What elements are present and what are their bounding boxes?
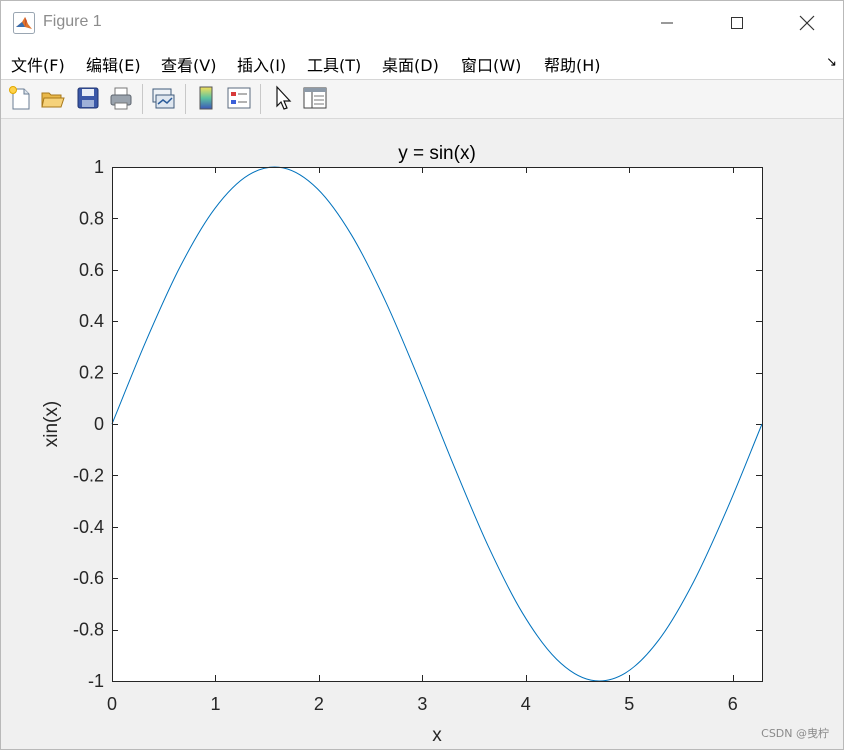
y-tick-label: 0.2 [79, 363, 104, 383]
link-plot-icon[interactable] [149, 84, 177, 112]
menu-view[interactable]: 查看(V) [161, 52, 216, 76]
save-icon[interactable] [74, 84, 102, 112]
toolbar-separator [260, 84, 261, 114]
x-tick-label: 0 [107, 694, 117, 714]
matlab-logo-icon [13, 12, 35, 34]
maximize-button[interactable] [703, 1, 771, 45]
insert-legend-icon[interactable] [225, 84, 253, 112]
menu-insert[interactable]: 插入(I) [237, 52, 286, 76]
y-axis-label: xin(x) [41, 401, 62, 447]
print-icon[interactable] [107, 84, 135, 112]
x-tick-label: 1 [210, 694, 220, 714]
y-tick-label: 0.8 [79, 208, 104, 228]
x-tick-label: 3 [417, 694, 427, 714]
menu-tools[interactable]: 工具(T) [307, 52, 361, 76]
edit-plot-icon[interactable] [269, 84, 297, 112]
y-tick-label: -1 [88, 671, 104, 691]
chart-title: y = sin(x) [398, 143, 476, 164]
figure-window: Figure 1 文件(F) 编辑(E) 查看(V) 插入(I) 工具(T) 桌… [0, 0, 844, 750]
plot-svg: 0 1 2 3 4 5 6-1-0.8-0.6-0.4-0.200.20.40.60.81 … [41, 143, 763, 746]
new-figure-icon[interactable] [6, 84, 34, 112]
x-tick-label: 4 [521, 694, 531, 714]
menu-desktop[interactable]: 桌面(D) [382, 52, 439, 76]
close-icon [799, 15, 815, 31]
menu-bar: 文件(F) 编辑(E) 查看(V) 插入(I) 工具(T) 桌面(D) 窗口(W… [1, 45, 843, 80]
x-tick-label: 2 [314, 694, 324, 714]
minimize-icon [661, 22, 673, 24]
y-tick-label: 0.4 [79, 311, 104, 331]
dock-figure-icon[interactable]: ↘ [826, 55, 837, 70]
y-tick-label: -0.8 [73, 620, 104, 640]
menu-file[interactable]: 文件(F) [11, 52, 65, 76]
x-tick-label: 5 [624, 694, 634, 714]
title-bar[interactable]: Figure 1 [1, 1, 843, 45]
maximize-icon [731, 17, 743, 29]
figure-toolbar [1, 80, 843, 119]
menu-help[interactable]: 帮助(H) [544, 52, 601, 76]
y-tick-label: 1 [94, 157, 104, 177]
toolbar-separator [142, 84, 143, 114]
y-tick-label: -0.4 [73, 517, 104, 537]
x-axis-label: x [432, 725, 442, 746]
property-inspector-icon[interactable] [301, 84, 329, 112]
y-tick-label: 0 [94, 414, 104, 434]
figure-canvas: 0 1 2 3 4 5 6 -1 -0.8 -0.6 -0.4 -0.2 0 0.2 0.4 0.6 0.8 1 … [1, 119, 843, 749]
menu-edit[interactable]: 编辑(E) [86, 52, 141, 76]
minimize-button[interactable] [633, 1, 701, 45]
open-file-icon[interactable] [39, 84, 67, 112]
y-tick-label: -0.6 [73, 568, 104, 588]
menu-window[interactable]: 窗口(W) [461, 52, 521, 76]
x-tick-label: 6 [728, 694, 738, 714]
window-title: Figure 1 [43, 13, 102, 30]
watermark-text: CSDN @曳柠 [761, 727, 829, 740]
close-button[interactable] [773, 1, 841, 45]
y-tick-label: 0.6 [79, 260, 104, 280]
toolbar-separator [185, 84, 186, 114]
insert-colorbar-icon[interactable] [192, 84, 220, 112]
y-tick-label: -0.2 [73, 465, 104, 485]
